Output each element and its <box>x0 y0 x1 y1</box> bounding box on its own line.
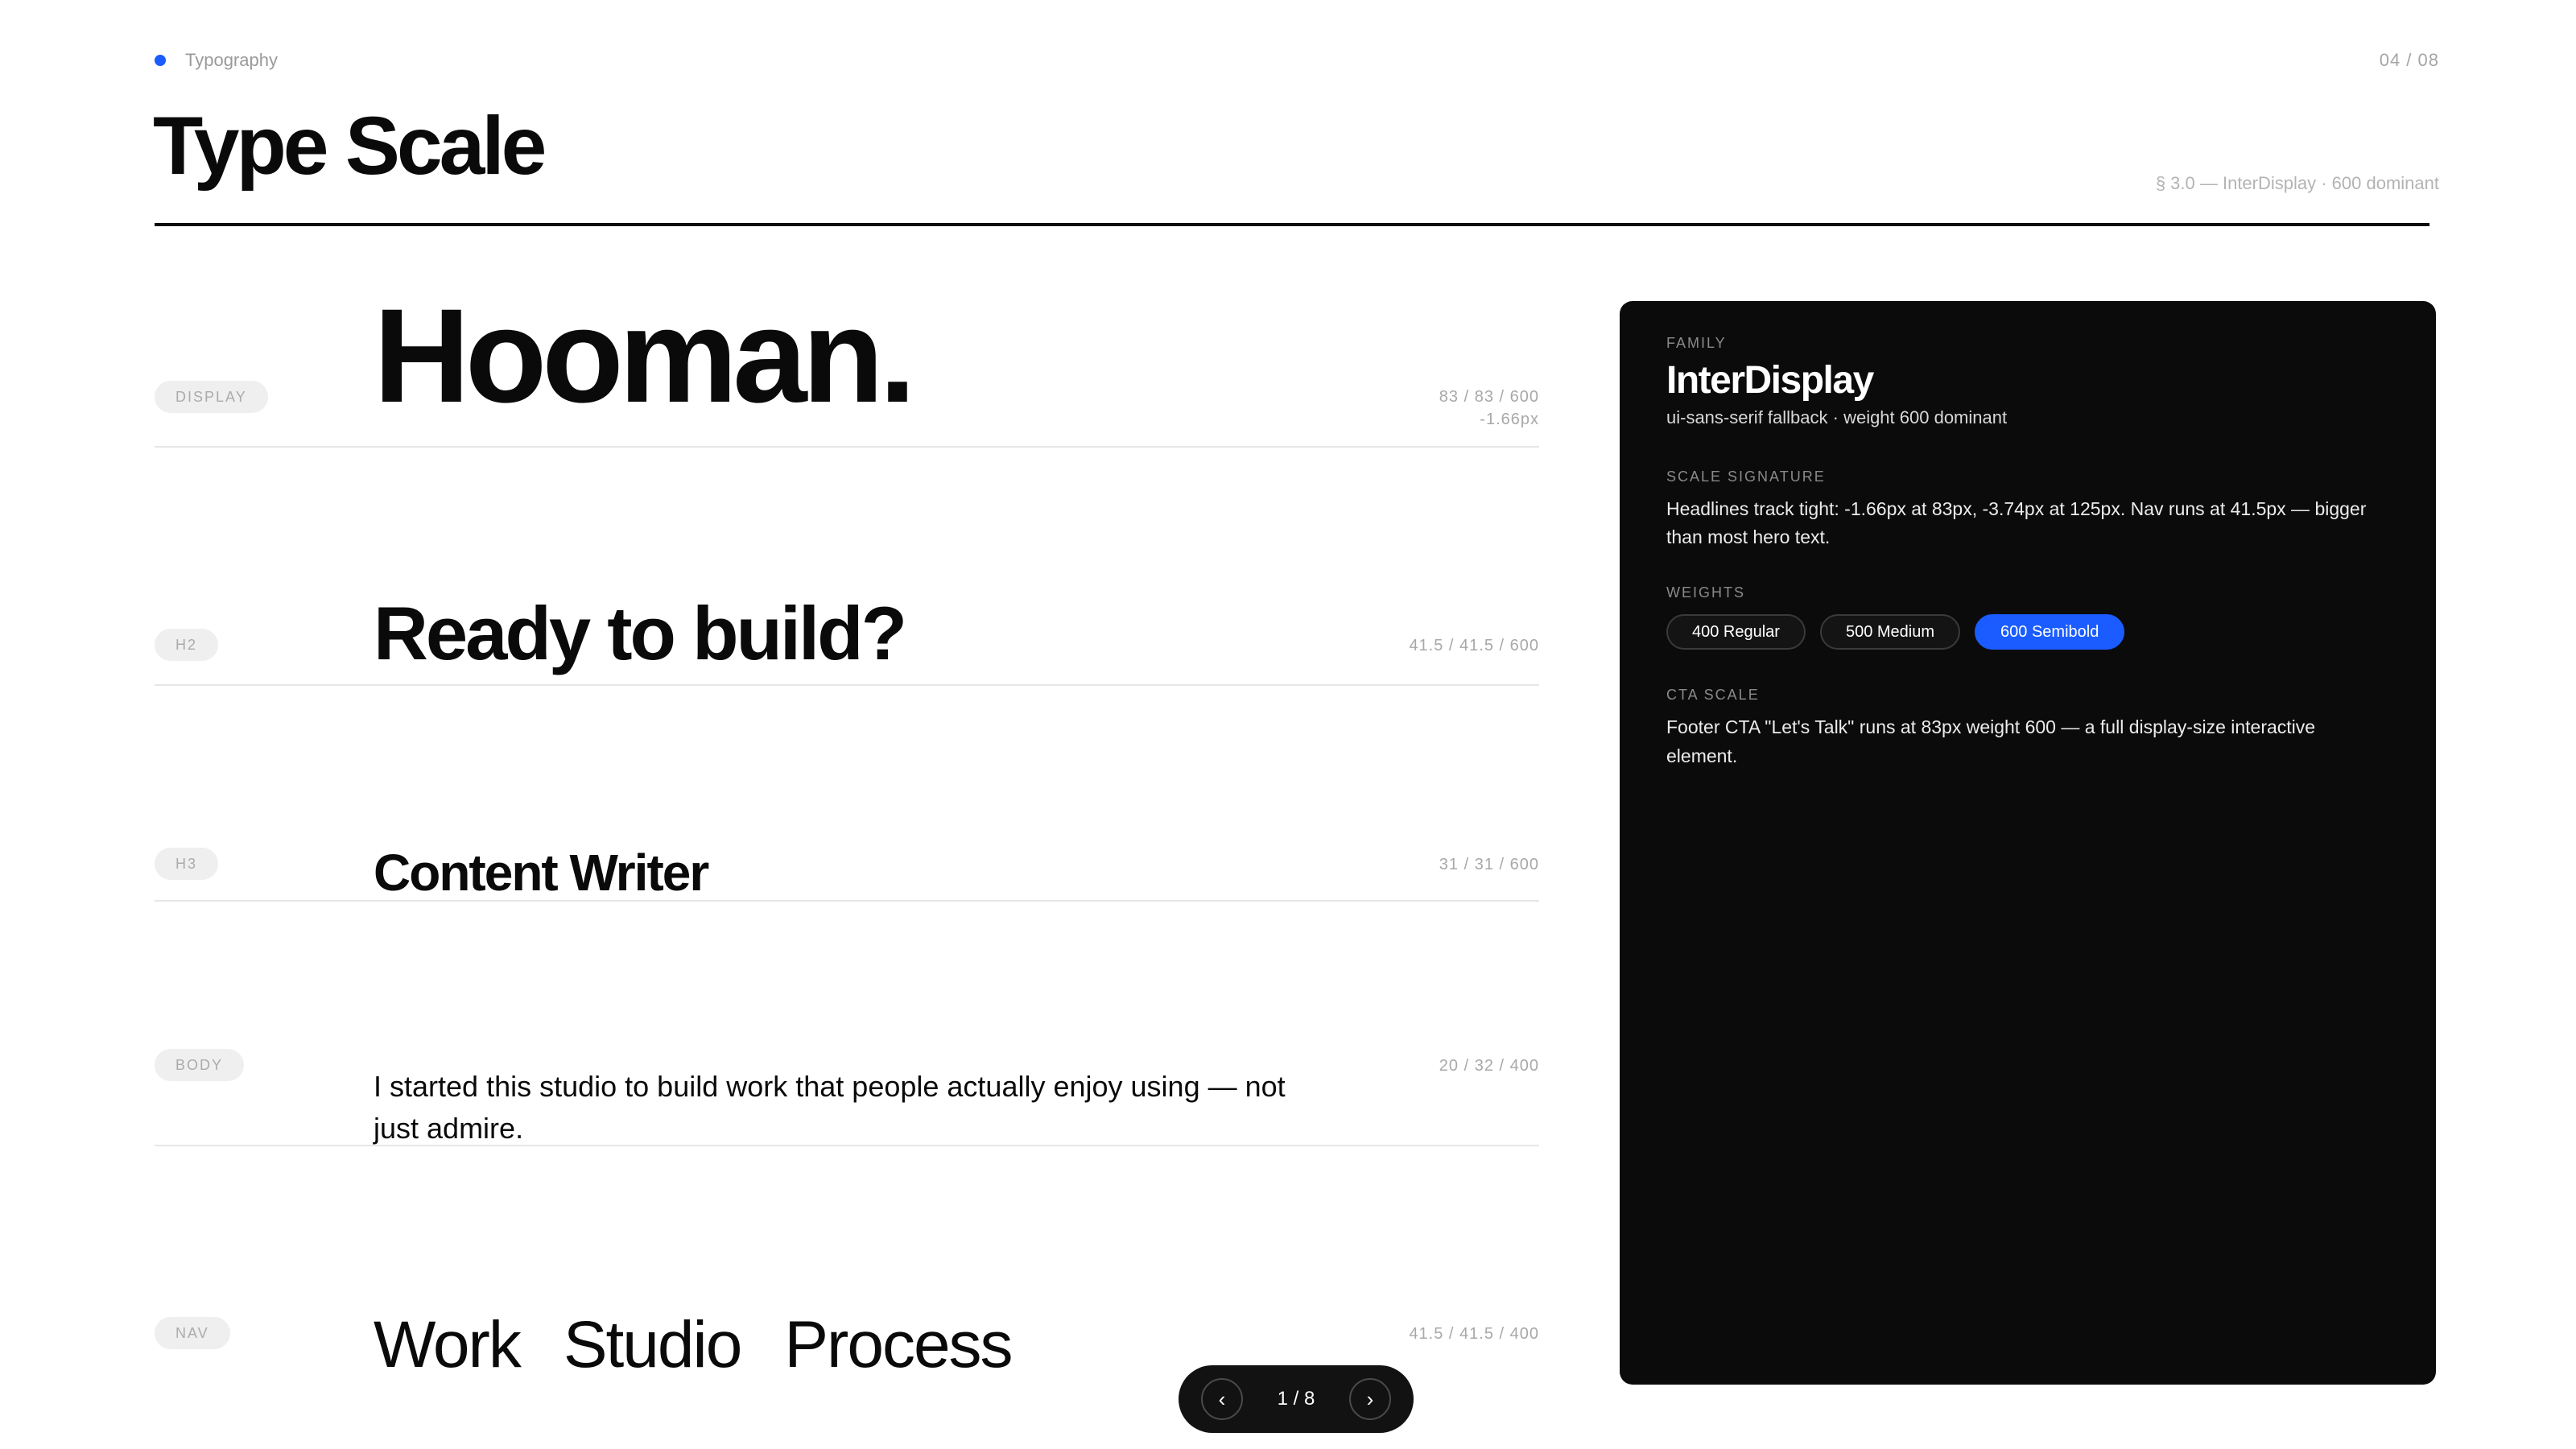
eyebrow: Typography <box>155 50 278 71</box>
weights-section: WEIGHTS 400 Regular 500 Medium 600 Semib… <box>1666 584 2389 650</box>
nav-sample-studio[interactable]: Studio <box>564 1312 743 1378</box>
tag-nav: NAV <box>155 1317 230 1349</box>
sample-body: I started this studio to build work that… <box>374 1070 1286 1146</box>
cta-scale-section: CTA SCALE Footer CTA "Let's Talk" runs a… <box>1666 687 2389 770</box>
meta-h3: 31 / 31 / 600 <box>1439 856 1539 873</box>
weight-chip-400[interactable]: 400 Regular <box>1666 614 1806 650</box>
signature-text: Headlines track tight: -1.66px at 83px, … <box>1666 497 2367 548</box>
row-divider <box>155 684 1539 686</box>
sample-nav: Work Studio Process <box>374 1312 1013 1378</box>
weight-chip-500[interactable]: 500 Medium <box>1819 614 1961 650</box>
row-divider <box>155 1145 1539 1146</box>
page-title: Type Scale <box>153 100 547 192</box>
font-info-card: FAMILY InterDisplay ui-sans-serif fallba… <box>1620 301 2436 1385</box>
title-divider <box>155 223 2429 226</box>
nav-sample-process[interactable]: Process <box>784 1312 1013 1378</box>
scale-signature-section: SCALE SIGNATURE Headlines track tight: -… <box>1666 469 2389 552</box>
meta-nav: 41.5 / 41.5 / 400 <box>1409 1325 1539 1343</box>
slide-count: 1 / 8 <box>1277 1388 1315 1410</box>
weight-chips: 400 Regular 500 Medium 600 Semibold <box>1666 614 2389 650</box>
meta-display-spec: 83 / 83 / 600 <box>1439 388 1539 406</box>
cta-text: Footer CTA "Let's Talk" runs at 83px wei… <box>1666 716 2316 766</box>
page-counter: 04 / 08 <box>2379 50 2439 70</box>
family-sub: ui-sans-serif fallback · weight 600 domi… <box>1666 407 2008 427</box>
meta-body: 20 / 32 / 400 <box>1439 1057 1539 1075</box>
tag-display: DISPLAY <box>155 381 268 413</box>
sample-display: Hooman. <box>374 282 916 431</box>
weights-label: WEIGHTS <box>1666 584 1745 601</box>
signature-label: SCALE SIGNATURE <box>1666 468 1826 485</box>
sample-h3: Content Writer <box>374 844 709 902</box>
weight-chip-600[interactable]: 600 Semibold <box>1975 614 2125 650</box>
next-slide-button[interactable]: › <box>1348 1378 1391 1420</box>
section-meta: § 3.0 — InterDisplay · 600 dominant <box>2155 173 2439 193</box>
row-divider <box>155 900 1539 902</box>
sample-h2: Ready to build? <box>374 591 907 675</box>
row-divider <box>155 446 1539 448</box>
tag-h2: H2 <box>155 629 219 661</box>
nav-sample-work[interactable]: Work <box>374 1312 522 1378</box>
tag-h3: H3 <box>155 848 219 880</box>
chevron-right-icon: › <box>1366 1387 1374 1411</box>
prev-slide-button[interactable]: ‹ <box>1201 1378 1243 1420</box>
accent-dot-icon <box>155 55 166 66</box>
type-scale-page: Typography 04 / 08 Type Scale § 3.0 — In… <box>0 0 2576 1449</box>
family-name: InterDisplay <box>1666 359 1874 402</box>
slide-pager: ‹ 1 / 8 › <box>1179 1365 1414 1433</box>
tag-body: BODY <box>155 1049 245 1081</box>
chevron-left-icon: ‹ <box>1218 1387 1226 1411</box>
meta-display-tracking: -1.66px <box>1480 411 1539 428</box>
meta-h2: 41.5 / 41.5 / 600 <box>1409 637 1539 654</box>
eyebrow-label: Typography <box>185 50 278 70</box>
meta-display: 83 / 83 / 600 -1.66px <box>1439 386 1539 431</box>
family-label: FAMILY <box>1666 335 1727 351</box>
cta-label: CTA SCALE <box>1666 687 1760 704</box>
